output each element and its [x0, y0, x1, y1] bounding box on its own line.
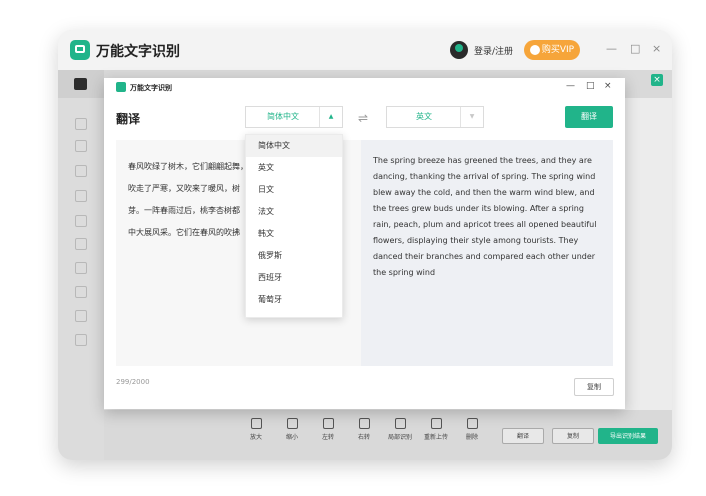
dialog-maximize-button[interactable]: □	[586, 81, 595, 91]
dialog-header: 翻译 简体中文 ▲ ⇌ 英文 ▼ 翻译	[104, 96, 625, 140]
sidebar-tool-icon[interactable]	[75, 286, 87, 298]
partial-recognize-icon	[394, 418, 406, 429]
translate-dialog: 万能文字识别 — □ × 翻译 简体中文 ▲ ⇌ 英文 ▼ 翻译 春风吹绿了树木…	[104, 78, 625, 409]
tab-close-button[interactable]: ×	[651, 74, 663, 86]
sidebar-tool-icon[interactable]	[75, 238, 87, 250]
app-titlebar: 万能文字识别 登录/注册 购买VIP — □ ×	[58, 30, 672, 70]
sidebar-tool-icon[interactable]	[75, 165, 87, 177]
language-option[interactable]: 法文	[246, 201, 342, 223]
dialog-titlebar: 万能文字识别 — □ ×	[104, 78, 625, 96]
close-button[interactable]: ×	[652, 42, 661, 55]
avatar-icon[interactable]	[450, 41, 468, 59]
rotate-left-tool[interactable]: 左转	[310, 418, 346, 441]
dialog-close-button[interactable]: ×	[604, 81, 612, 91]
reupload-tool[interactable]: 重新上传	[418, 418, 454, 441]
export-result-button[interactable]: 导出识别结果	[598, 428, 658, 444]
zoom-in-icon	[250, 418, 262, 429]
chevron-down-icon: ▼	[460, 107, 483, 127]
footer-copy-button[interactable]: 复制	[552, 428, 594, 444]
rotate-right-tool[interactable]: 右转	[346, 418, 382, 441]
dialog-title: 翻译	[116, 112, 141, 126]
reupload-label: 重新上传	[423, 434, 448, 441]
chevron-up-icon: ▲	[319, 107, 342, 127]
sidebar-tool-icon[interactable]	[75, 118, 87, 130]
translation-text: The spring breeze has greened the trees,…	[373, 156, 597, 277]
sidebar-item-active[interactable]	[58, 70, 104, 98]
rotate-left-label: 左转	[321, 434, 334, 441]
footer-translate-button[interactable]: 翻译	[502, 428, 544, 444]
sidebar-tool-icon[interactable]	[75, 334, 87, 346]
language-option[interactable]: 西班牙	[246, 267, 342, 289]
source-language-value: 简体中文	[267, 112, 299, 121]
rotate-left-icon	[322, 418, 334, 429]
sidebar-tool-icon[interactable]	[75, 215, 87, 227]
app-title: 万能文字识别	[96, 44, 180, 60]
character-count: 299/2000	[116, 378, 150, 386]
language-option[interactable]: 韩文	[246, 223, 342, 245]
zoom-out-tool[interactable]: 缩小	[274, 418, 310, 441]
buy-vip-button[interactable]: 购买VIP	[524, 40, 580, 60]
language-option[interactable]: 葡萄牙	[246, 289, 342, 311]
zoom-in-label: 放大	[249, 434, 262, 441]
partial-recognize-label: 局部识别	[387, 434, 412, 441]
rotate-right-label: 右转	[357, 434, 370, 441]
translation-result-area[interactable]: The spring breeze has greened the trees,…	[361, 140, 613, 366]
login-link[interactable]: 登录/注册	[474, 44, 513, 57]
dialog-app-name: 万能文字识别	[130, 84, 172, 92]
language-option[interactable]: 简体中文	[246, 135, 342, 157]
dialog-minimize-button[interactable]: —	[566, 81, 575, 91]
scanner-icon	[74, 78, 87, 90]
language-option[interactable]: 英文	[246, 157, 342, 179]
delete-label: 删除	[465, 434, 478, 441]
app-logo-icon	[70, 40, 90, 60]
sidebar-tool-icon[interactable]	[75, 262, 87, 274]
minimize-button[interactable]: —	[606, 42, 617, 55]
crown-icon	[529, 44, 540, 55]
target-language-select[interactable]: 英文 ▼	[386, 106, 484, 128]
delete-tool[interactable]: 删除	[454, 418, 490, 441]
trash-icon	[466, 418, 478, 429]
source-language-select[interactable]: 简体中文 ▲	[245, 106, 343, 128]
swap-languages-icon[interactable]: ⇌	[358, 111, 368, 125]
language-option[interactable]: 俄罗斯	[246, 245, 342, 267]
zoom-in-tool[interactable]: 放大	[238, 418, 274, 441]
zoom-out-icon	[286, 418, 298, 429]
copy-button[interactable]: 复制	[574, 378, 614, 396]
rotate-right-icon	[358, 418, 370, 429]
maximize-button[interactable]: □	[630, 42, 640, 55]
sidebar-tool-icon[interactable]	[75, 190, 87, 202]
sidebar-tool-icon[interactable]	[75, 140, 87, 152]
bottom-toolbar: 放大 缩小 左转 右转 局部识别 重新上传 删除 翻译 复制 导出识别结果	[104, 410, 672, 460]
target-language-value: 英文	[416, 112, 432, 121]
dialog-logo-icon	[116, 82, 126, 92]
language-option[interactable]: 日文	[246, 179, 342, 201]
buy-vip-label: 购买VIP	[541, 45, 575, 55]
language-dropdown-menu: 简体中文 英文 日文 法文 韩文 俄罗斯 西班牙 葡萄牙	[245, 134, 343, 318]
reupload-icon	[430, 418, 442, 429]
translate-button[interactable]: 翻译	[565, 106, 613, 128]
partial-recognize-tool[interactable]: 局部识别	[382, 418, 418, 441]
zoom-out-label: 缩小	[285, 434, 298, 441]
sidebar-tool-icon[interactable]	[75, 310, 87, 322]
sidebar	[58, 70, 104, 460]
